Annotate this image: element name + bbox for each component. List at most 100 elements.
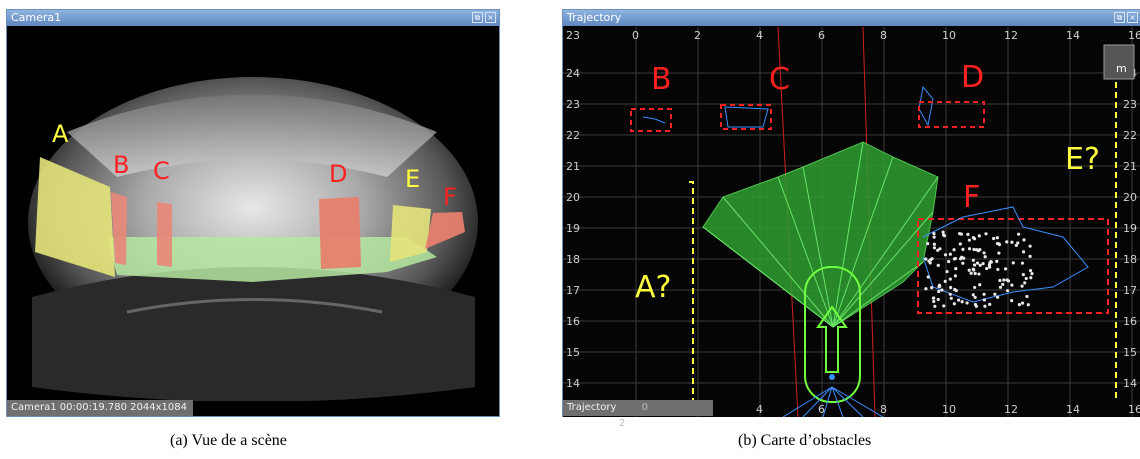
y-tick-label-right: 14 [1123,377,1137,390]
label-d: D [329,160,347,188]
x-tick-label-bottom: 6 [818,403,825,416]
trajectory-map[interactable]: B C D F A? E? 00224466881010121214141616… [563,27,1140,417]
label-c: C [769,62,790,97]
point [976,249,980,253]
y-tick-label-left: 14 [566,377,580,390]
point [967,247,972,251]
point [932,246,937,250]
label-c: C [153,157,170,185]
close-icon[interactable]: × [485,12,496,23]
bottom-tick-2: 2 [619,418,626,429]
point [1026,303,1030,307]
point [926,241,930,246]
point [1023,281,1027,285]
caption-b: (b) Carte d’obstacles [738,432,872,449]
point [972,263,977,267]
y-tick-label-right: 21 [1123,160,1137,173]
point [984,232,988,236]
point [945,269,949,274]
x-tick-label-bottom: 12 [1004,403,1018,416]
point [948,252,952,256]
restore-icon[interactable]: ⧉ [472,12,483,23]
point [960,300,964,304]
point [971,236,976,240]
restore-icon[interactable]: ⧉ [1114,12,1125,23]
point [933,304,937,308]
point [958,242,962,246]
y-tick-label-left: 23 [566,98,580,111]
point [997,243,1002,247]
point [949,285,953,290]
point [982,298,986,302]
point [1020,261,1025,265]
y-tick-label-left: 21 [566,160,580,173]
point [973,295,977,300]
point [961,261,965,265]
label-a-question: A? [635,270,671,305]
y-tick-label-right: 20 [1123,191,1137,204]
label-a: A [52,120,69,148]
trajectory-window-titlebar[interactable]: Trajectory ⧉ × [563,10,1140,26]
point [924,257,928,261]
x-tick-label-bottom: 4 [756,403,763,416]
point [940,288,944,292]
point [952,302,956,306]
point [1028,268,1033,273]
point [960,255,964,259]
point [959,232,963,236]
label-f: F [963,180,980,215]
label-e: E [405,165,420,193]
trajectory-window[interactable]: Trajectory ⧉ × B C D F A? E? 0 2 4 4 6 6… [562,9,1140,429]
point [1021,273,1025,277]
unit-label: m [1116,62,1127,75]
point [1010,299,1014,303]
point [988,265,992,269]
point [953,256,957,261]
point [978,283,982,287]
point [985,266,989,271]
obstacle-c [157,202,172,267]
point [1025,294,1029,299]
point [942,304,946,308]
point [1030,272,1034,276]
label-b: B [113,151,129,179]
point [974,304,978,308]
close-icon[interactable]: × [1127,12,1138,23]
point [936,263,940,267]
point [936,297,940,302]
y-tick-label-left: 18 [566,253,580,266]
y-tick-label-left: 17 [566,284,580,297]
y-tick-label-left: 15 [566,346,580,359]
y-tick-label-right: 17 [1123,284,1137,297]
point [948,277,952,281]
point [937,289,941,294]
point [969,271,973,275]
point [975,261,980,265]
x-tick-label: 10 [942,29,956,42]
point [1005,278,1009,282]
x-tick-label: 14 [1066,29,1080,42]
x-tick-label: 4 [756,29,763,42]
point [949,296,953,300]
point [1002,278,1006,282]
x-tick-label-bottom: 16 [1128,403,1140,416]
point [977,234,981,238]
x-tick-label-bottom: 10 [942,403,956,416]
y-tick-label-left: 24 [566,67,580,80]
point [1028,244,1032,248]
point [989,260,993,264]
point [943,279,947,283]
camera-window[interactable]: Camera1 ⧉ × A E B C D F Camera1 00:00:19… [6,9,500,417]
point [941,233,946,237]
point [967,268,971,272]
y-tick-label-right: 22 [1123,129,1137,142]
camera-window-titlebar[interactable]: Camera1 ⧉ × [7,10,499,26]
trajectory-tab-label: Trajectory [567,402,617,413]
point [1017,303,1022,307]
point [993,292,997,296]
x-tick-label: 8 [880,29,887,42]
point [972,247,976,252]
y-tick-label-right: 18 [1123,253,1137,266]
point [943,253,948,257]
trajectory-tab[interactable]: Trajectory 0 2 [563,400,713,429]
